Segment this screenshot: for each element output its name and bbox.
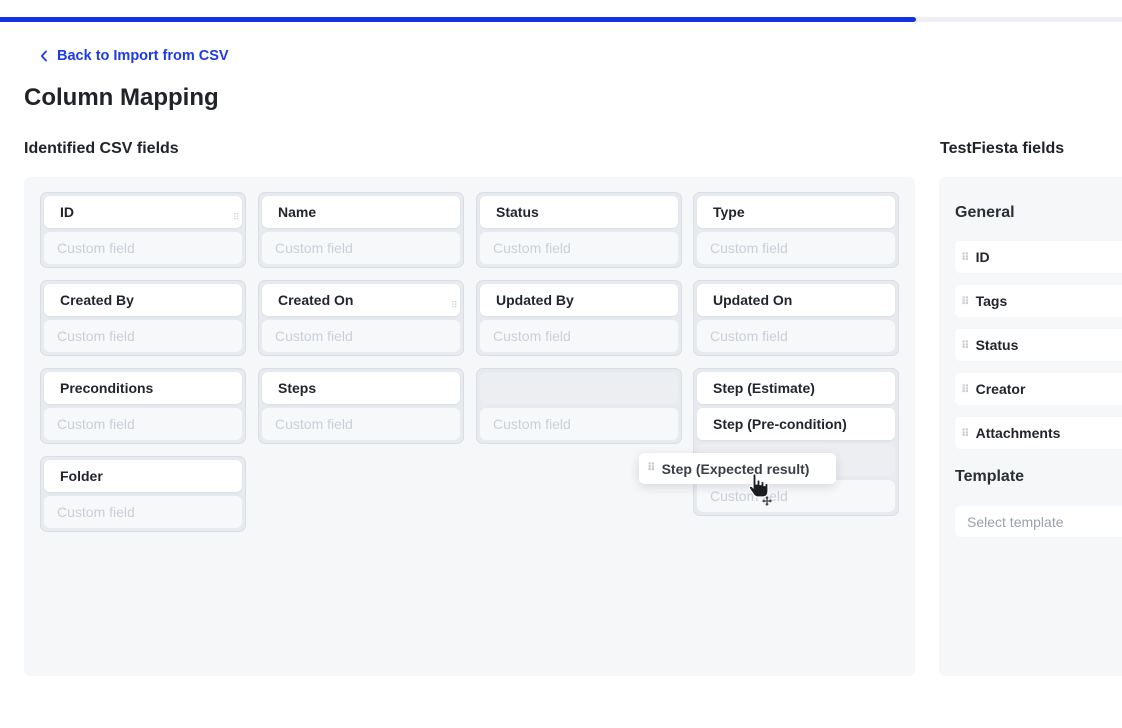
back-to-import-link[interactable]: Back to Import from CSV [40, 48, 229, 64]
custom-field-dropzone[interactable]: Custom field [480, 408, 678, 440]
custom-field-dropzone[interactable]: Custom field [480, 320, 678, 352]
csv-field-label-secondary: Step (Pre-condition) [697, 408, 895, 440]
custom-field-dropzone[interactable]: Custom field [44, 496, 242, 528]
csv-card-step-group[interactable]: Step (Estimate) Step (Pre-condition) Cus… [693, 368, 899, 516]
hand-pointer-icon [746, 472, 772, 511]
template-select[interactable]: Select template [955, 506, 1122, 537]
back-link-label: Back to Import from CSV [57, 48, 229, 64]
csv-field-label: Step (Estimate) [697, 372, 895, 404]
custom-field-dropzone[interactable]: Custom field [44, 232, 242, 264]
empty-field-slot [480, 372, 678, 404]
tf-field-label: Tags [975, 293, 1008, 309]
tf-field-id[interactable]: ⠿ ID [955, 241, 1122, 273]
csv-field-label: Steps [262, 372, 460, 404]
dragged-field-item[interactable]: ⠿ Step (Expected result) [639, 453, 836, 484]
csv-field-label: Created On [262, 284, 460, 316]
csv-card-empty[interactable]: Custom field [476, 368, 682, 444]
custom-field-dropzone[interactable]: Custom field [697, 480, 895, 512]
drag-handle-icon[interactable]: ⠿ [233, 213, 241, 222]
custom-field-dropzone[interactable]: Custom field [697, 232, 895, 264]
csv-card-created-by[interactable]: Created By Custom field [40, 280, 246, 356]
page-title: Column Mapping [24, 84, 219, 111]
drag-handle-icon: ⠿ [961, 251, 970, 264]
csv-card-created-on[interactable]: Created On Custom field ⠿ [258, 280, 464, 356]
tf-field-status[interactable]: ⠿ Status [955, 329, 1122, 361]
custom-field-dropzone[interactable]: Custom field [262, 320, 460, 352]
drag-handle-icon[interactable]: ⠿ [451, 301, 459, 310]
csv-field-label: Preconditions [44, 372, 242, 404]
drag-handle-icon: ⠿ [961, 295, 970, 308]
drag-handle-icon: ⠿ [961, 383, 970, 396]
tf-field-label: Status [975, 337, 1019, 353]
csv-card-type[interactable]: Type Custom field [693, 192, 899, 268]
csv-field-label: Type [697, 196, 895, 228]
custom-field-dropzone[interactable]: Custom field [44, 320, 242, 352]
csv-field-label: Created By [44, 284, 242, 316]
drag-handle-icon: ⠿ [647, 462, 656, 474]
testfiesta-fields-title: TestFiesta fields [940, 140, 1065, 157]
csv-field-label: Name [262, 196, 460, 228]
general-group-title: General [955, 204, 1015, 221]
tf-field-attachments[interactable]: ⠿ Attachments [955, 417, 1122, 449]
csv-card-steps[interactable]: Steps Custom field [258, 368, 464, 444]
tf-field-label: ID [975, 249, 990, 265]
progress-fill [0, 17, 916, 22]
csv-card-folder[interactable]: Folder Custom field [40, 456, 246, 532]
csv-card-status[interactable]: Status Custom field [476, 192, 682, 268]
csv-field-label: Updated On [697, 284, 895, 316]
tf-field-label: Attachments [975, 425, 1061, 441]
dragged-field-label: Step (Expected result) [661, 460, 810, 477]
csv-fields-title: Identified CSV fields [24, 140, 179, 157]
tf-field-creator[interactable]: ⠿ Creator [955, 373, 1122, 405]
custom-field-dropzone[interactable]: Custom field [44, 408, 242, 440]
custom-field-dropzone[interactable]: Custom field [262, 408, 460, 440]
custom-field-dropzone[interactable]: Custom field [480, 232, 678, 264]
csv-field-label: Updated By [480, 284, 678, 316]
csv-card-id[interactable]: ID Custom field ⠿ [40, 192, 246, 268]
template-group-title: Template [955, 468, 1025, 485]
drag-handle-icon: ⠿ [961, 339, 970, 352]
chevron-left-icon [40, 50, 48, 62]
csv-field-label: ID [44, 196, 242, 228]
csv-field-label: Status [480, 196, 678, 228]
tf-field-label: Creator [975, 381, 1026, 397]
progress-track [0, 17, 1122, 22]
csv-field-label: Folder [44, 460, 242, 492]
csv-card-updated-by[interactable]: Updated By Custom field [476, 280, 682, 356]
drag-handle-icon: ⠿ [961, 427, 970, 440]
custom-field-dropzone[interactable]: Custom field [262, 232, 460, 264]
tf-field-tags[interactable]: ⠿ Tags [955, 285, 1122, 317]
csv-card-updated-on[interactable]: Updated On Custom field [693, 280, 899, 356]
custom-field-dropzone[interactable]: Custom field [697, 320, 895, 352]
csv-card-preconditions[interactable]: Preconditions Custom field [40, 368, 246, 444]
csv-card-name[interactable]: Name Custom field [258, 192, 464, 268]
